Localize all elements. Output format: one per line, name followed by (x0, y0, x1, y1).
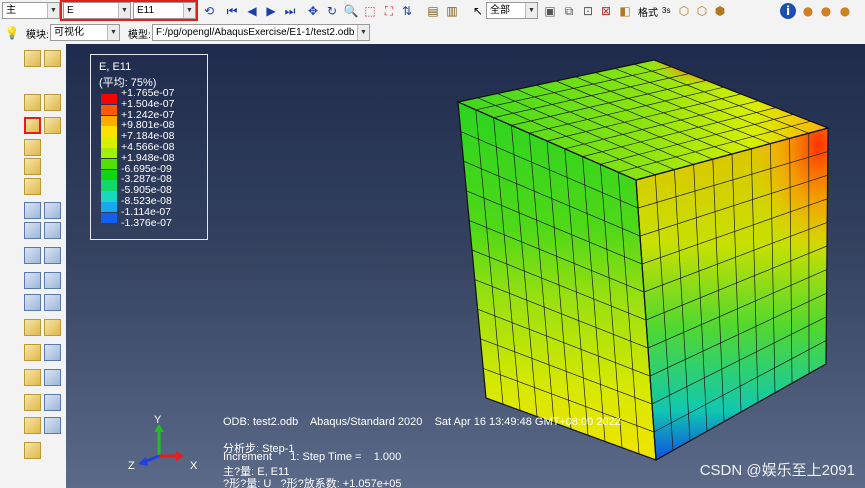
rotate-icon[interactable]: ↻ (324, 3, 340, 19)
format-value: 3s (662, 6, 671, 15)
cube-shade-icon[interactable]: ⬢ (712, 3, 728, 19)
cube-icon[interactable]: ⬡ (676, 3, 692, 19)
deformed-var-line: ?形?量: U ?形?放系数: +1.057e+05 (223, 478, 402, 488)
copy-icon[interactable]: ⧉ (561, 3, 577, 19)
watermark: CSDN @娱乐至上2091 (699, 462, 855, 479)
module-combo[interactable]: 可视化 ▼ (50, 24, 120, 41)
common-options-icon[interactable]: ▥ (444, 3, 460, 19)
main-toolbar: 主 ▼ E ▼ E11 ▼ ⟲ ⏮ ◀ ▶ ⏭ ✥ ↻ 🔍 ⬚ ⛶ ⇅ ▤ ▥ ↖ 全… (0, 0, 865, 23)
plot-contours-deformed-icon[interactable] (24, 117, 41, 134)
result-options-icon[interactable]: ▤ (425, 3, 441, 19)
spheres3-icon[interactable]: ● (837, 3, 853, 19)
animate-time-icon[interactable] (44, 202, 61, 219)
animate-scale-icon[interactable] (24, 202, 41, 219)
highlight-box (60, 0, 198, 21)
free-body-manager-icon[interactable] (44, 369, 61, 386)
last-frame-icon[interactable]: ⏭ (282, 3, 298, 19)
refresh-icon[interactable]: ⟲ (201, 3, 217, 19)
xy-data-manager-icon[interactable] (44, 272, 61, 289)
report-options-icon[interactable] (44, 319, 61, 336)
viewport[interactable]: E, E11 (平均: 75%) +1.765e-07 +1.504e-07 +1.… (66, 44, 865, 488)
probe-options-icon[interactable] (44, 344, 61, 361)
chevron-down-icon: ▼ (47, 3, 59, 18)
spheres2-icon[interactable]: ● (818, 3, 834, 19)
zoom-icon[interactable]: 🔍 (343, 3, 359, 19)
info-icon[interactable]: i (780, 3, 796, 19)
query-icon[interactable] (24, 442, 41, 459)
plot-allowables-icon[interactable] (24, 158, 41, 175)
part-instance-combo[interactable]: 主 ▼ (2, 2, 60, 19)
box-zoom-icon[interactable]: ⬚ (362, 3, 378, 19)
report-icon[interactable] (24, 319, 41, 336)
triad-z-label: Z (128, 460, 135, 472)
view-cut-manager-icon[interactable] (44, 247, 61, 264)
plot-material-icon[interactable] (24, 139, 41, 156)
plot-contours-icon[interactable] (24, 94, 41, 111)
plot-contours-options-icon[interactable] (44, 94, 61, 111)
chevron-down-icon: ▼ (107, 25, 119, 40)
animation-options-icon[interactable] (44, 222, 61, 239)
plot-deformed-icon[interactable] (44, 50, 61, 67)
model-combo[interactable]: F:/pg/opengl/AbaqusExercise/E1-1/test2.o… (152, 24, 370, 41)
increment-line: Increment 1: Step Time = 1.000 (223, 451, 402, 463)
plot-symbols-icon[interactable] (44, 117, 61, 134)
plot-undeformed-icon[interactable] (24, 50, 41, 67)
first-frame-icon[interactable]: ⏮ (224, 3, 240, 19)
remove-icon[interactable]: ⊠ (598, 3, 614, 19)
assign-icon[interactable] (24, 417, 41, 434)
spheres-icon[interactable]: ● (800, 3, 816, 19)
cube-outline-icon[interactable]: ⬡ (694, 3, 710, 19)
assign-manager-icon[interactable] (44, 417, 61, 434)
replace-icon[interactable]: ⊡ (580, 3, 596, 19)
display-group-combo[interactable]: 全部 ▼ (486, 2, 538, 19)
previous-frame-icon[interactable]: ◀ (244, 3, 260, 19)
box-icon[interactable]: ◧ (617, 3, 633, 19)
display-group-icon[interactable] (24, 394, 41, 411)
chevron-down-icon: ▼ (525, 3, 537, 18)
triad-x-label: X (190, 460, 198, 472)
format-label: 格式 (638, 8, 658, 19)
module-label: 模块: (26, 30, 49, 41)
display-group-manager-icon[interactable] (44, 394, 61, 411)
fit-view-icon[interactable]: ⛶ (381, 3, 397, 19)
select-arrow-icon[interactable]: ↖ (470, 3, 486, 19)
xy-plot-icon[interactable] (44, 294, 61, 311)
path-icon[interactable] (24, 294, 41, 311)
plot-stress-icon[interactable] (24, 178, 41, 195)
free-body-icon[interactable] (24, 369, 41, 386)
model-label: 模型: (128, 30, 151, 41)
next-frame-icon[interactable]: ▶ (263, 3, 279, 19)
sort-icon[interactable]: ⇅ (399, 3, 415, 19)
context-bar: 💡 模块: 可视化 ▼ 模型: F:/pg/opengl/AbaqusExerci… (0, 22, 865, 45)
probe-icon[interactable] (24, 344, 41, 361)
odb-info-line: ODB: test2.odb Abaqus/Standard 2020 Sat … (223, 416, 621, 428)
triad-y-label: Y (154, 414, 162, 426)
animate-harmonic-icon[interactable] (24, 222, 41, 239)
chevron-down-icon: ▼ (357, 25, 369, 40)
view-cut-icon[interactable] (24, 247, 41, 264)
lightbulb-icon[interactable]: 💡 (4, 25, 20, 41)
create-xy-data-icon[interactable] (24, 272, 41, 289)
toolbox (0, 44, 67, 488)
group-icon[interactable]: ▣ (542, 3, 558, 19)
pan-icon[interactable]: ✥ (305, 3, 321, 19)
